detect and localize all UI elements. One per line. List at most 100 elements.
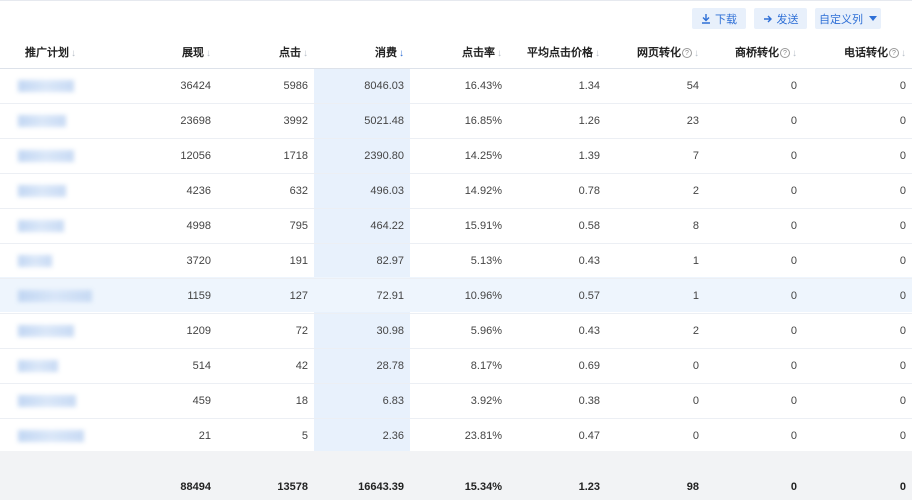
sort-desc-icon[interactable]: ↓ bbox=[399, 48, 404, 59]
campaign-name-cell[interactable] bbox=[0, 418, 118, 454]
table-row[interactable]: 1209 72 30.98 5.96% 0.43 2 0 0 bbox=[0, 313, 912, 349]
table-cell: 191 bbox=[217, 243, 314, 279]
table-cell: 72.91 bbox=[314, 278, 410, 314]
table-cell: 23 bbox=[606, 103, 705, 139]
custom-columns-label: 自定义列 bbox=[819, 13, 863, 26]
table-cell: 0.78 bbox=[508, 173, 606, 209]
table-cell: 0 bbox=[705, 68, 803, 104]
sort-icon[interactable]: ↓ bbox=[303, 48, 308, 59]
table-cell: 16.43% bbox=[410, 68, 508, 104]
column-header-3[interactable]: 消费 ↓ bbox=[314, 36, 410, 69]
sort-icon[interactable]: ↓ bbox=[792, 48, 797, 59]
table-row[interactable]: 12056 1718 2390.80 14.25% 1.39 7 0 0 bbox=[0, 138, 912, 174]
campaign-name-cell[interactable] bbox=[0, 383, 118, 419]
table-cell: 0.57 bbox=[508, 278, 606, 314]
table-row[interactable]: 4236 632 496.03 14.92% 0.78 2 0 0 bbox=[0, 173, 912, 209]
table-header: 推广计划 ↓ 展现 ↓ 点击 ↓ 消费 ↓ 点击率 ↓ 平均点击价格 ↓ 网页转化? ↓ 商桥转化? ↓ 电话转… bbox=[0, 36, 912, 69]
table-cell: 5986 bbox=[217, 68, 314, 104]
send-button[interactable]: 发送 bbox=[754, 8, 807, 29]
table-cell: 464.22 bbox=[314, 208, 410, 244]
table-cell: 1209 bbox=[118, 313, 217, 349]
table-cell: 2 bbox=[606, 173, 705, 209]
help-icon[interactable]: ? bbox=[682, 47, 692, 58]
help-icon[interactable]: ? bbox=[780, 47, 790, 58]
column-header-5[interactable]: 平均点击价格 ↓ bbox=[508, 36, 606, 69]
column-header-6[interactable]: 网页转化? ↓ bbox=[606, 36, 705, 69]
column-header-2[interactable]: 点击 ↓ bbox=[217, 36, 314, 69]
total-cell: 13578 bbox=[277, 480, 308, 493]
sort-icon[interactable]: ↓ bbox=[206, 48, 211, 59]
table-row[interactable]: 4998 795 464.22 15.91% 0.58 8 0 0 bbox=[0, 208, 912, 244]
table-cell: 0.47 bbox=[508, 418, 606, 454]
table-row[interactable]: 514 42 28.78 8.17% 0.69 0 0 0 bbox=[0, 348, 912, 384]
table-row[interactable]: 1159 127 72.91 10.96% 0.57 1 0 0 bbox=[0, 278, 912, 314]
table-cell: 127 bbox=[217, 278, 314, 314]
sort-icon[interactable]: ↓ bbox=[595, 48, 600, 59]
table-cell: 0 bbox=[803, 173, 912, 209]
download-button[interactable]: 下载 bbox=[692, 8, 746, 29]
column-header-0[interactable]: 推广计划 ↓ bbox=[0, 36, 118, 69]
sort-icon[interactable]: ↓ bbox=[694, 48, 699, 59]
custom-columns-button[interactable]: 自定义列 bbox=[815, 8, 881, 29]
caret-down-icon bbox=[869, 16, 877, 21]
table-cell: 0 bbox=[705, 278, 803, 314]
download-icon bbox=[702, 13, 710, 24]
table-cell: 0 bbox=[606, 383, 705, 419]
table-row[interactable]: 3720 191 82.97 5.13% 0.43 1 0 0 bbox=[0, 243, 912, 279]
redacted-name bbox=[18, 324, 74, 337]
column-header-label: 推广计划 bbox=[25, 46, 69, 59]
table-row[interactable]: 21 5 2.36 23.81% 0.47 0 0 0 bbox=[0, 418, 912, 454]
table-cell: 0 bbox=[705, 103, 803, 139]
column-header-label: 点击 bbox=[279, 46, 301, 59]
table-cell: 0 bbox=[705, 313, 803, 349]
column-header-4[interactable]: 点击率 ↓ bbox=[410, 36, 508, 69]
campaign-name-cell[interactable] bbox=[0, 348, 118, 384]
redacted-name bbox=[18, 254, 52, 267]
arrow-right-icon bbox=[763, 15, 772, 22]
total-cell: 15.34% bbox=[464, 480, 502, 493]
table-cell: 4998 bbox=[118, 208, 217, 244]
total-cell: 88494 bbox=[180, 480, 211, 493]
table-cell: 1.39 bbox=[508, 138, 606, 174]
table-cell: 12056 bbox=[118, 138, 217, 174]
sort-icon[interactable]: ↓ bbox=[497, 48, 502, 59]
table-cell: 0 bbox=[705, 138, 803, 174]
campaign-name-cell[interactable] bbox=[0, 103, 118, 139]
campaign-name-cell[interactable] bbox=[0, 208, 118, 244]
column-header-label: 平均点击价格 bbox=[527, 46, 593, 59]
table-cell: 2.36 bbox=[314, 418, 410, 454]
total-cell: 16643.39 bbox=[358, 480, 404, 493]
redacted-name bbox=[18, 429, 84, 442]
column-header-8[interactable]: 电话转化? ↓ bbox=[803, 36, 912, 69]
column-header-7[interactable]: 商桥转化? ↓ bbox=[705, 36, 803, 69]
redacted-name bbox=[18, 394, 76, 407]
table-cell: 21 bbox=[118, 418, 217, 454]
table-cell: 15.91% bbox=[410, 208, 508, 244]
redacted-name bbox=[18, 289, 92, 302]
table-cell: 1.26 bbox=[508, 103, 606, 139]
column-header-label: 网页转化 bbox=[637, 46, 681, 59]
help-icon[interactable]: ? bbox=[889, 47, 899, 58]
campaign-name-cell[interactable] bbox=[0, 68, 118, 104]
table-row[interactable]: 23698 3992 5021.48 16.85% 1.26 23 0 0 bbox=[0, 103, 912, 139]
table-cell: 795 bbox=[217, 208, 314, 244]
table-cell: 36424 bbox=[118, 68, 217, 104]
table-cell: 0 bbox=[606, 418, 705, 454]
campaign-name-cell[interactable] bbox=[0, 313, 118, 349]
table-cell: 0 bbox=[803, 243, 912, 279]
table-row[interactable]: 459 18 6.83 3.92% 0.38 0 0 0 bbox=[0, 383, 912, 419]
table-cell: 0.58 bbox=[508, 208, 606, 244]
table-row[interactable]: 36424 5986 8046.03 16.43% 1.34 54 0 0 bbox=[0, 68, 912, 104]
campaign-name-cell[interactable] bbox=[0, 138, 118, 174]
table-cell: 54 bbox=[606, 68, 705, 104]
table-cell: 23.81% bbox=[410, 418, 508, 454]
sort-icon[interactable]: ↓ bbox=[901, 48, 906, 59]
table-cell: 8.17% bbox=[410, 348, 508, 384]
column-header-label: 展现 bbox=[182, 46, 204, 59]
column-header-1[interactable]: 展现 ↓ bbox=[118, 36, 217, 69]
campaign-name-cell[interactable] bbox=[0, 278, 118, 314]
campaign-name-cell[interactable] bbox=[0, 243, 118, 279]
data-table: 推广计划 ↓ 展现 ↓ 点击 ↓ 消费 ↓ 点击率 ↓ 平均点击价格 ↓ 网页转化? ↓ 商桥转化? ↓ 电话转… bbox=[0, 36, 912, 454]
sort-icon[interactable]: ↓ bbox=[71, 48, 76, 59]
campaign-name-cell[interactable] bbox=[0, 173, 118, 209]
